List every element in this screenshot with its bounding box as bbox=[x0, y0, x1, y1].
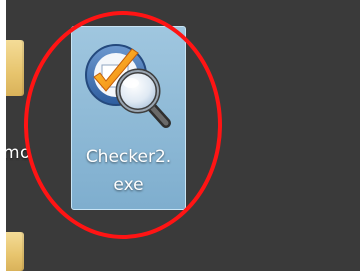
icon-label-line-2: exe bbox=[113, 175, 144, 195]
folder-icon[interactable] bbox=[6, 40, 24, 96]
magnifier-checkmark-icon bbox=[85, 44, 171, 128]
neighbour-icon-label[interactable]: emo bbox=[6, 143, 46, 163]
desktop-icon-checker2[interactable]: Checker2. exe bbox=[71, 26, 186, 210]
desktop-icon-label[interactable]: Checker2. exe bbox=[72, 143, 185, 199]
folder-icon[interactable] bbox=[6, 232, 24, 271]
icon-label-line-1: Checker2. bbox=[85, 147, 172, 167]
